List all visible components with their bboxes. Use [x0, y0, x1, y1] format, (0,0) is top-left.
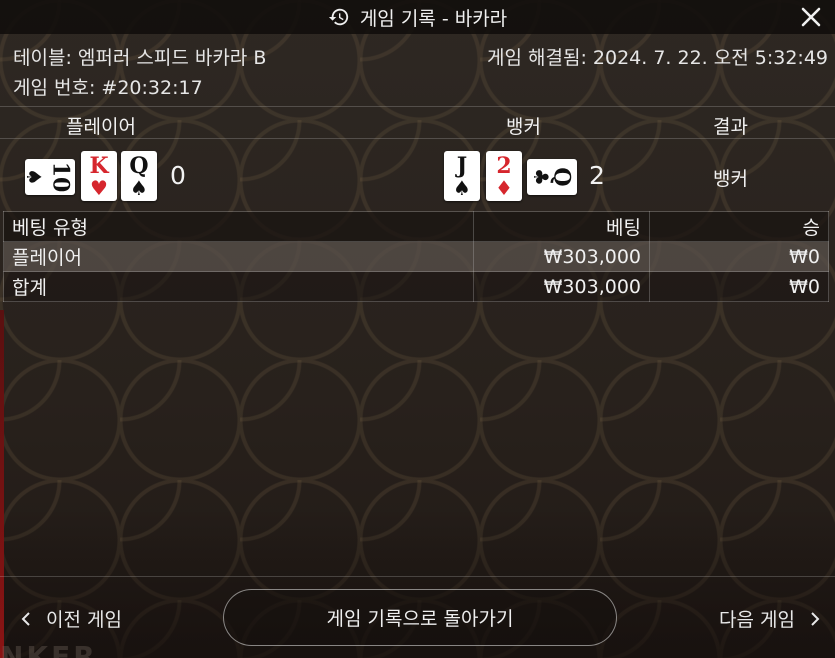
result-column-header: 결과 — [713, 116, 748, 138]
close-icon — [801, 7, 821, 27]
table-row: 플레이어 ₩303,000 ₩0 — [3, 241, 829, 272]
next-game-label: 다음 게임 — [719, 609, 795, 631]
bet-type-cell: 플레이어 — [3, 241, 474, 272]
banker-card-3: ♣ Q — [527, 159, 577, 195]
next-game-button[interactable]: 다음 게임 — [719, 605, 821, 632]
total-win-amount: ₩0 — [649, 271, 829, 302]
bet-amount-header: 베팅 — [473, 211, 650, 242]
bet-type-header: 베팅 유형 — [3, 211, 474, 242]
game-result: 뱅커 — [713, 168, 748, 190]
banker-card-2: 2 ♦ — [486, 151, 522, 201]
player-card-2: K ♥ — [81, 151, 117, 201]
total-label: 합계 — [3, 271, 474, 302]
dialog-title: 게임 기록 - 바카라 — [359, 7, 508, 30]
total-row: 합계 ₩303,000 ₩0 — [3, 271, 829, 302]
previous-game-button[interactable]: 이전 게임 — [20, 605, 122, 632]
total-bet-amount: ₩303,000 — [473, 271, 650, 302]
table-name: 테이블: 엠퍼러 스피드 바카라 B — [13, 47, 267, 69]
banker-card-1: J ♠ — [444, 151, 480, 201]
banker-score: 2 — [589, 161, 605, 190]
bets-table: 베팅 유형 베팅 승 플레이어 ₩303,000 ₩0 합계 ₩303,000 … — [3, 211, 829, 302]
bet-amount-cell: ₩303,000 — [473, 241, 650, 272]
dialog-header: 게임 기록 - 바카라 — [0, 0, 835, 34]
bets-header-row: 베팅 유형 베팅 승 — [3, 211, 829, 242]
player-score: 0 — [170, 161, 186, 190]
win-amount-cell: ₩0 — [649, 241, 829, 272]
back-to-history-button[interactable]: 게임 기록으로 돌아가기 — [223, 589, 617, 646]
close-button[interactable] — [797, 3, 825, 31]
player-card-3: Q ♠ — [121, 151, 157, 201]
chevron-right-icon — [811, 611, 820, 626]
previous-game-label: 이전 게임 — [46, 609, 122, 631]
back-to-history-label: 게임 기록으로 돌아가기 — [326, 608, 514, 630]
game-resolved-time: 게임 해결됨: 2024. 7. 22. 오전 5:32:49 — [487, 47, 828, 69]
banker-column-header: 뱅커 — [506, 116, 541, 138]
player-column-header: 플레이어 — [66, 116, 136, 138]
player-card-1: ♠ 10 — [22, 159, 75, 195]
history-icon — [328, 8, 348, 26]
divider — [0, 106, 835, 107]
game-number: 게임 번호: #20:32:17 — [13, 77, 203, 99]
win-amount-header: 승 — [649, 211, 829, 242]
divider — [0, 138, 835, 139]
chevron-left-icon — [21, 611, 30, 626]
dialog-footer: 이전 게임 게임 기록으로 돌아가기 다음 게임 — [0, 576, 835, 658]
